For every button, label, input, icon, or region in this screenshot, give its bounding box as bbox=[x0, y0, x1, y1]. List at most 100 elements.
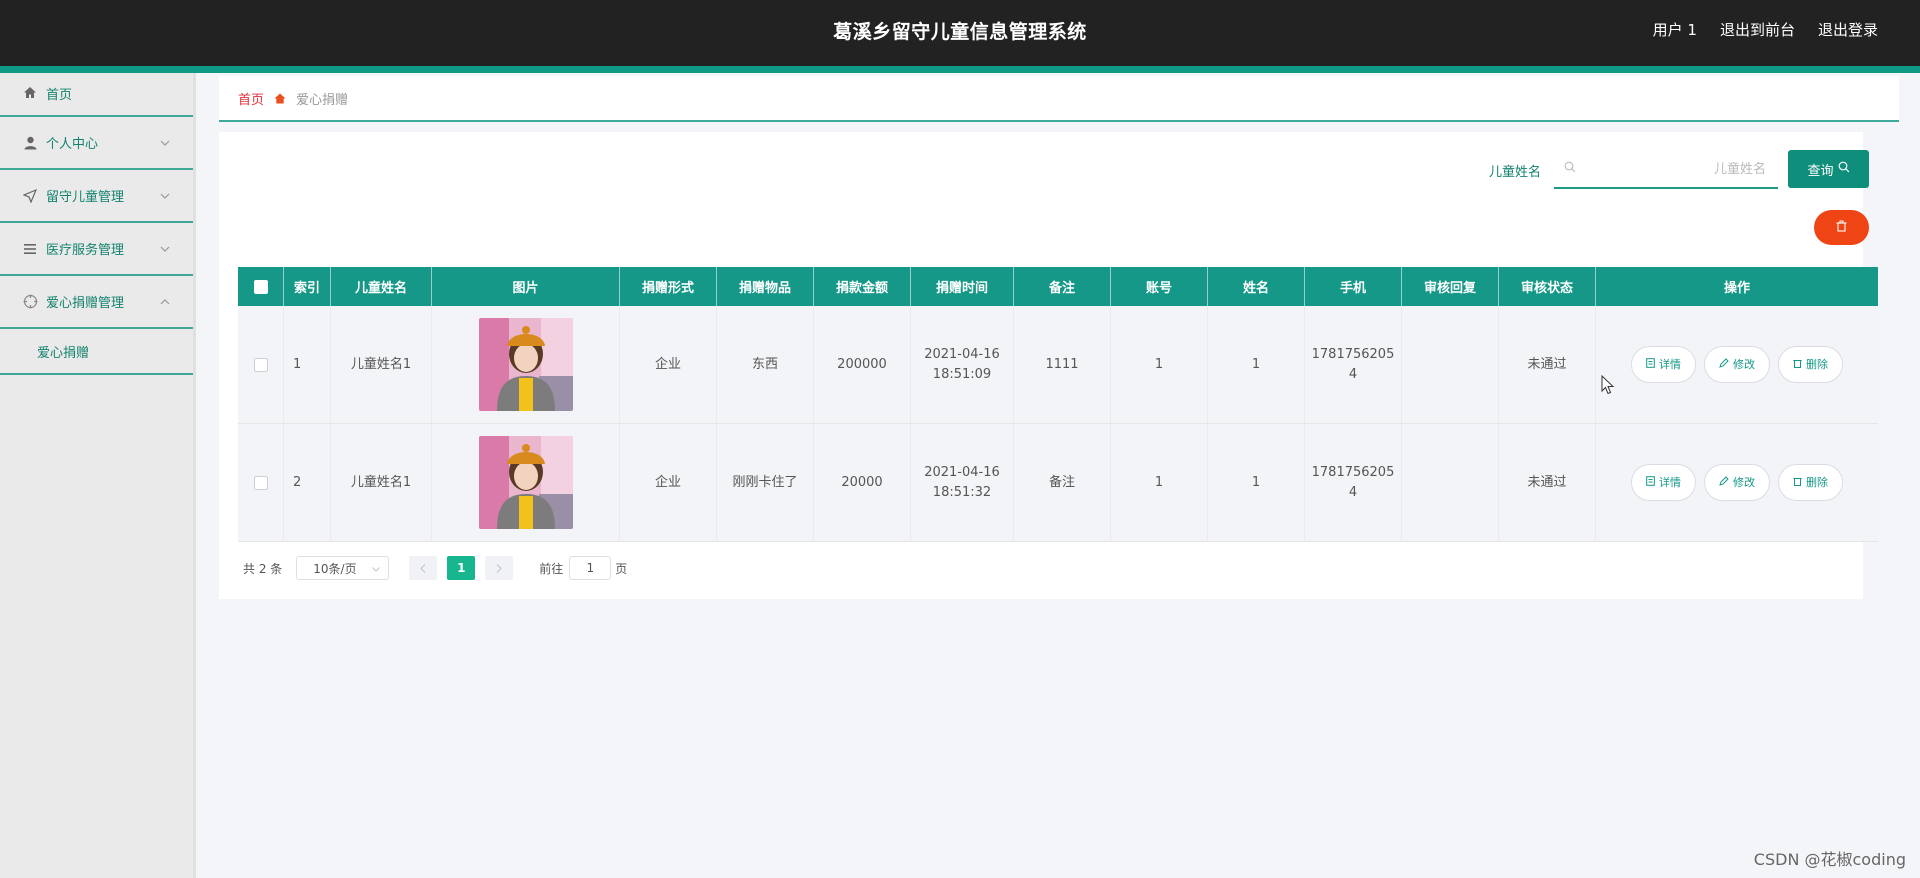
trash-icon bbox=[1793, 355, 1802, 375]
row-checkbox[interactable] bbox=[253, 475, 268, 490]
note-cell: 备注 bbox=[1014, 424, 1111, 541]
sidebar-item-label: 留守儿童管理 bbox=[46, 190, 125, 205]
row-index: 1 bbox=[284, 306, 331, 423]
sidebar: 首页 个人中心 留守儿童管理 医疗服务管理 爱心捐赠管理 爱心捐赠 bbox=[0, 73, 196, 878]
bulk-delete-button[interactable] bbox=[1814, 210, 1869, 245]
goto-unit: 页 bbox=[615, 561, 628, 576]
donation-item-cell: 刚刚卡住了 bbox=[717, 424, 814, 541]
trash-icon bbox=[1793, 473, 1802, 493]
home-icon bbox=[274, 93, 286, 104]
row-checkbox[interactable] bbox=[253, 357, 268, 372]
detail-button-label: 详情 bbox=[1659, 475, 1681, 489]
search-button[interactable]: 查询 bbox=[1788, 150, 1869, 188]
edit-button-label: 修改 bbox=[1733, 475, 1755, 489]
edit-button[interactable]: 修改 bbox=[1704, 464, 1770, 501]
phone-line-1: 1781756205 bbox=[1311, 346, 1395, 362]
search-button-label: 查询 bbox=[1807, 163, 1834, 179]
page-size-select[interactable]: 10条/页 bbox=[296, 556, 390, 580]
select-all-checkbox[interactable] bbox=[253, 279, 268, 294]
logout-link[interactable]: 退出登录 bbox=[1818, 19, 1878, 40]
aim-icon bbox=[22, 294, 38, 310]
column-header: 操作 bbox=[1723, 281, 1750, 296]
top-bar: 葛溪乡留守儿童信息管理系统 用户 1 退出到前台 退出登录 bbox=[0, 0, 1920, 66]
mouse-cursor-icon bbox=[1601, 374, 1615, 399]
donation-table: 索引 儿童姓名 图片 捐赠形式 捐赠物品 捐款金额 捐赠时间 备注 账号 姓名 … bbox=[238, 267, 1878, 542]
breadcrumb-home[interactable]: 首页 bbox=[238, 89, 264, 108]
table-row: 1 儿童姓名1 企业 东西 200000 2021-04-16 18:51:09… bbox=[238, 306, 1878, 424]
chevron-down-icon bbox=[159, 190, 171, 202]
trash-icon bbox=[1836, 220, 1847, 236]
delete-button-label: 删除 bbox=[1806, 357, 1828, 371]
phone-line-2: 4 bbox=[1348, 366, 1358, 382]
sidebar-item-home[interactable]: 首页 bbox=[0, 73, 193, 117]
breadcrumb-current: 爱心捐赠 bbox=[296, 92, 349, 108]
donation-time-cell: 2021-04-16 18:51:09 bbox=[911, 306, 1014, 423]
user-link[interactable]: 用户 1 bbox=[1653, 19, 1697, 40]
top-links: 用户 1 退出到前台 退出登录 bbox=[1653, 19, 1878, 40]
phone-cell: 1781756205 4 bbox=[1305, 424, 1402, 541]
goto-page-input[interactable] bbox=[569, 556, 612, 580]
phone-line-2: 4 bbox=[1348, 484, 1358, 500]
sidebar-item-label: 首页 bbox=[46, 88, 73, 103]
column-header: 捐赠时间 bbox=[911, 267, 1014, 306]
donation-date: 2021-04-16 bbox=[924, 464, 1000, 480]
back-to-frontend-link[interactable]: 退出到前台 bbox=[1720, 19, 1795, 40]
search-input[interactable] bbox=[1576, 161, 1766, 177]
detail-button[interactable]: 详情 bbox=[1631, 464, 1696, 501]
app-title: 葛溪乡留守儿童信息管理系统 bbox=[833, 21, 1087, 43]
review-reply-cell bbox=[1402, 424, 1499, 541]
edit-icon bbox=[1719, 355, 1729, 375]
chevron-left-icon bbox=[420, 563, 426, 573]
delete-button-label: 删除 bbox=[1806, 475, 1828, 489]
delete-button[interactable]: 删除 bbox=[1778, 346, 1843, 383]
chevron-down-icon bbox=[372, 561, 381, 575]
document-icon bbox=[1646, 355, 1655, 375]
chevron-up-icon bbox=[159, 296, 171, 308]
table-header: 索引 儿童姓名 图片 捐赠形式 捐赠物品 捐款金额 捐赠时间 备注 账号 姓名 … bbox=[238, 267, 1878, 306]
child-name-cell: 儿童姓名1 bbox=[331, 306, 432, 423]
donation-amount-cell: 20000 bbox=[814, 424, 911, 541]
row-select-cell bbox=[238, 306, 284, 423]
search-icon bbox=[1838, 161, 1850, 177]
top-bar-accent bbox=[0, 66, 1920, 73]
note-cell: 1111 bbox=[1014, 306, 1111, 423]
child-photo bbox=[478, 436, 573, 529]
sidebar-item-profile[interactable]: 个人中心 bbox=[0, 117, 193, 170]
page-number-current[interactable]: 1 bbox=[447, 556, 476, 580]
photo-cell bbox=[432, 306, 620, 423]
breadcrumb: 首页 爱心捐赠 bbox=[219, 76, 1899, 122]
phone-line-1: 1781756205 bbox=[1311, 464, 1395, 480]
donation-time-cell: 2021-04-16 18:51:32 bbox=[911, 424, 1014, 541]
column-header: 索引 bbox=[284, 267, 331, 306]
search-field[interactable] bbox=[1554, 151, 1778, 189]
sidebar-item-label: 医疗服务管理 bbox=[46, 243, 125, 258]
sidebar-item-label: 爱心捐赠管理 bbox=[46, 296, 125, 311]
donation-item-cell: 东西 bbox=[717, 306, 814, 423]
next-page-button[interactable] bbox=[485, 556, 514, 580]
donation-clock: 18:51:09 bbox=[932, 366, 992, 382]
donor-name-cell: 1 bbox=[1208, 306, 1305, 423]
delete-button[interactable]: 删除 bbox=[1778, 464, 1843, 501]
goto-label: 前往 bbox=[539, 561, 564, 576]
list-icon bbox=[22, 241, 38, 257]
account-cell: 1 bbox=[1111, 424, 1208, 541]
photo-cell bbox=[432, 424, 620, 541]
chevron-right-icon bbox=[496, 563, 503, 573]
sidebar-item-donation[interactable]: 爱心捐赠管理 bbox=[0, 276, 193, 329]
document-icon bbox=[1646, 473, 1655, 493]
edit-button[interactable]: 修改 bbox=[1704, 346, 1770, 383]
review-status-cell: 未通过 bbox=[1499, 306, 1596, 423]
prev-page-button[interactable] bbox=[409, 556, 438, 580]
user-icon bbox=[22, 135, 38, 151]
detail-button[interactable]: 详情 bbox=[1631, 346, 1696, 383]
sidebar-subitem-donation[interactable]: 爱心捐赠 bbox=[0, 329, 193, 375]
sidebar-item-medical[interactable]: 医疗服务管理 bbox=[0, 223, 193, 276]
actions-cell: 详情 修改 删除 bbox=[1596, 424, 1878, 541]
donation-clock: 18:51:32 bbox=[932, 484, 992, 500]
actions-cell: 详情 修改 删除 bbox=[1596, 306, 1878, 423]
search-icon bbox=[1564, 161, 1576, 177]
donation-form-cell: 企业 bbox=[620, 424, 717, 541]
column-header: 捐赠物品 bbox=[717, 267, 814, 306]
column-header: 账号 bbox=[1111, 267, 1208, 306]
sidebar-item-children[interactable]: 留守儿童管理 bbox=[0, 170, 193, 223]
